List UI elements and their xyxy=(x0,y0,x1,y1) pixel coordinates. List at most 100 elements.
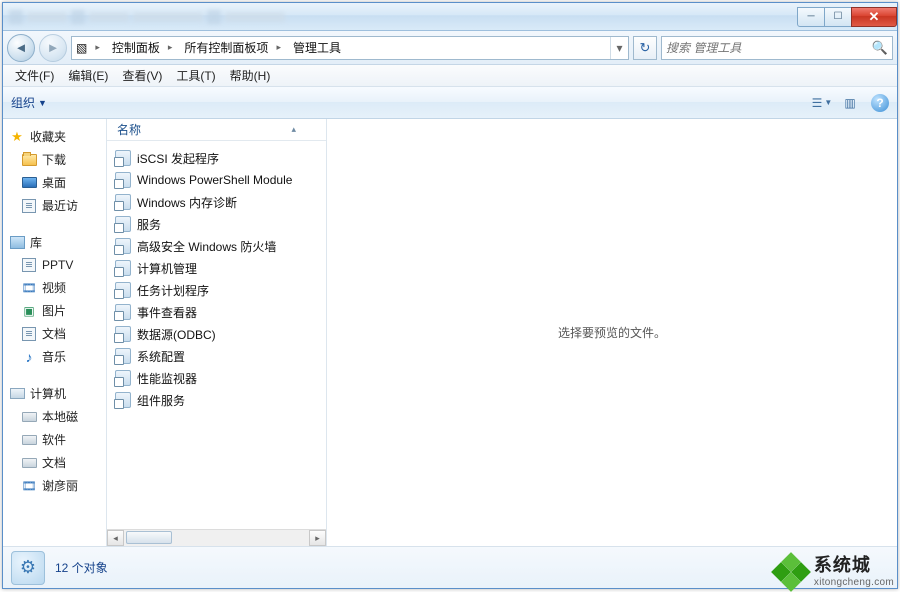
view-mode-button[interactable]: ☰ ▼ xyxy=(809,92,835,114)
video-icon: 🎞 xyxy=(21,478,37,494)
drive-icon xyxy=(22,458,37,468)
menu-file[interactable]: 文件(F) xyxy=(9,65,60,86)
scroll-thumb[interactable] xyxy=(126,531,172,544)
back-button[interactable]: ◄ xyxy=(7,34,35,62)
preview-pane-button[interactable]: ▥ xyxy=(837,92,863,114)
search-box[interactable]: 🔍 xyxy=(661,36,893,60)
shortcut-icon xyxy=(115,260,131,276)
cp-icon: ▧ xyxy=(72,37,91,59)
shortcut-icon xyxy=(115,194,131,210)
status-bar: ⚙ 12 个对象 xyxy=(3,546,897,588)
desktop-icon xyxy=(22,177,37,188)
sidebar-pptv[interactable]: PPTV xyxy=(3,254,106,276)
shortcut-icon xyxy=(115,304,131,320)
list-item-label: Windows 内存诊断 xyxy=(137,194,237,211)
computer-icon xyxy=(10,388,25,399)
sidebar-localdisk[interactable]: 本地磁 xyxy=(3,405,106,428)
organize-button[interactable]: 组织▼ xyxy=(11,94,47,111)
sidebar-video[interactable]: 🎞视频 xyxy=(3,276,106,299)
sort-indicator-icon: ▴ xyxy=(291,124,326,135)
sidebar-library[interactable]: 库 xyxy=(3,231,106,254)
list-item-label: 任务计划程序 xyxy=(137,282,209,299)
minimize-button[interactable]: ─ xyxy=(797,7,825,27)
file-icon xyxy=(22,258,36,272)
list-item-label: 组件服务 xyxy=(137,392,185,409)
refresh-button[interactable]: ↻ xyxy=(633,36,657,60)
nav-row: ◄ ► ▧ ▸ 控制面板 ▸ 所有控制面板项 ▸ 管理工具 ▾ ↻ 🔍 xyxy=(3,31,897,65)
search-input[interactable] xyxy=(666,41,872,55)
menu-tools[interactable]: 工具(T) xyxy=(170,65,221,86)
list-item[interactable]: 组件服务 xyxy=(111,389,326,411)
sidebar-music[interactable]: ♪音乐 xyxy=(3,345,106,368)
watermark: 系统城 xitongcheng.com xyxy=(774,555,894,589)
list-item[interactable]: Windows 内存诊断 xyxy=(111,191,326,213)
list-item-label: Windows PowerShell Module xyxy=(137,173,292,187)
list-item[interactable]: Windows PowerShell Module xyxy=(111,169,326,191)
list-item[interactable]: 计算机管理 xyxy=(111,257,326,279)
list-item[interactable]: 性能监视器 xyxy=(111,367,326,389)
scroll-right-button[interactable]: ▸ xyxy=(309,530,326,546)
breadcrumb-seg1[interactable]: 控制面板 xyxy=(104,37,164,59)
shortcut-icon xyxy=(115,348,131,364)
list-item[interactable]: 服务 xyxy=(111,213,326,235)
menu-view[interactable]: 查看(V) xyxy=(116,65,168,86)
list-header[interactable]: 名称 ▴ xyxy=(107,119,326,141)
sidebar-favorites[interactable]: ★ 收藏夹 xyxy=(3,125,106,148)
sidebar-recent[interactable]: 最近访 xyxy=(3,194,106,217)
toolbar: 组织▼ ☰ ▼ ▥ ? xyxy=(3,87,897,119)
sidebar-software[interactable]: 软件 xyxy=(3,428,106,451)
list-item[interactable]: 数据源(ODBC) xyxy=(111,323,326,345)
list-item[interactable]: 系统配置 xyxy=(111,345,326,367)
explorer-window: ─ ☐ ✕ ◄ ► ▧ ▸ 控制面板 ▸ 所有控制面板项 ▸ 管理工具 ▾ ↻ … xyxy=(2,2,898,589)
sidebar-desktop[interactable]: 桌面 xyxy=(3,171,106,194)
file-list: 名称 ▴ iSCSI 发起程序 Windows PowerShell Module… xyxy=(107,119,327,546)
titlebar[interactable]: ─ ☐ ✕ xyxy=(3,3,897,31)
maximize-button[interactable]: ☐ xyxy=(824,7,852,27)
list-item[interactable]: 事件查看器 xyxy=(111,301,326,323)
chevron-right-icon[interactable]: ▸ xyxy=(164,42,177,53)
chevron-right-icon[interactable]: ▸ xyxy=(272,42,285,53)
library-icon xyxy=(10,236,25,249)
document-icon xyxy=(22,327,36,341)
list-item-label: 高级安全 Windows 防火墙 xyxy=(137,238,276,255)
address-dropdown[interactable]: ▾ xyxy=(610,37,628,59)
sidebar-documents[interactable]: 文档 xyxy=(3,322,106,345)
drive-icon xyxy=(22,412,37,422)
horizontal-scrollbar[interactable]: ◂ ▸ xyxy=(107,529,326,546)
help-button[interactable]: ? xyxy=(871,94,889,112)
shortcut-icon xyxy=(115,216,131,232)
star-icon: ★ xyxy=(9,129,25,145)
list-item[interactable]: iSCSI 发起程序 xyxy=(111,147,326,169)
music-icon: ♪ xyxy=(21,349,37,365)
forward-button[interactable]: ► xyxy=(39,34,67,62)
list-item[interactable]: 任务计划程序 xyxy=(111,279,326,301)
scroll-track[interactable] xyxy=(124,530,309,546)
recent-icon xyxy=(22,199,36,213)
menu-help[interactable]: 帮助(H) xyxy=(224,65,277,86)
sidebar-computer[interactable]: 计算机 xyxy=(3,382,106,405)
menu-edit[interactable]: 编辑(E) xyxy=(62,65,114,86)
address-bar[interactable]: ▧ ▸ 控制面板 ▸ 所有控制面板项 ▸ 管理工具 ▾ xyxy=(71,36,629,60)
sidebar-pictures[interactable]: ▣图片 xyxy=(3,299,106,322)
scroll-left-button[interactable]: ◂ xyxy=(107,530,124,546)
preview-pane: 选择要预览的文件。 xyxy=(327,119,897,546)
breadcrumb-seg2[interactable]: 所有控制面板项 xyxy=(176,37,272,59)
menu-bar: 文件(F) 编辑(E) 查看(V) 工具(T) 帮助(H) xyxy=(3,65,897,87)
drive-icon xyxy=(22,435,37,445)
sidebar-xieyan[interactable]: 🎞谢彦丽 xyxy=(3,474,106,497)
column-name[interactable]: 名称 xyxy=(107,121,291,138)
watermark-logo-icon xyxy=(774,555,808,589)
search-icon[interactable]: 🔍 xyxy=(872,40,888,56)
list-item-label: 系统配置 xyxy=(137,348,185,365)
list-item[interactable]: 高级安全 Windows 防火墙 xyxy=(111,235,326,257)
list-item-label: 服务 xyxy=(137,216,161,233)
breadcrumb-seg3[interactable]: 管理工具 xyxy=(285,37,345,59)
sidebar-downloads[interactable]: 下载 xyxy=(3,148,106,171)
shortcut-icon xyxy=(115,326,131,342)
sidebar-docs2[interactable]: 文档 xyxy=(3,451,106,474)
close-button[interactable]: ✕ xyxy=(851,7,897,27)
chevron-right-icon[interactable]: ▸ xyxy=(91,42,104,53)
shortcut-icon xyxy=(115,150,131,166)
body: ★ 收藏夹 下载 桌面 最近访 库 PPTV 🎞视频 ▣图片 文档 ♪音乐 计算… xyxy=(3,119,897,546)
shortcut-icon xyxy=(115,370,131,386)
